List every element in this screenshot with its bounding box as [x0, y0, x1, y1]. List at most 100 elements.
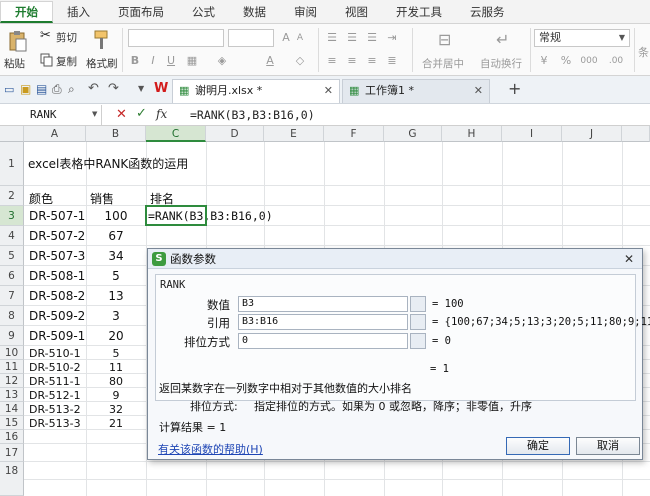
print-preview-icon[interactable]: ⌕: [68, 82, 75, 97]
tab-insert[interactable]: 插入: [53, 0, 104, 23]
undo-icon[interactable]: ↶: [88, 81, 99, 96]
align-center-icon[interactable]: ≡: [344, 52, 360, 70]
row-header-9[interactable]: 9: [0, 326, 24, 346]
currency-icon[interactable]: ¥: [536, 52, 552, 70]
row-header-7[interactable]: 7: [0, 286, 24, 306]
row-header-12[interactable]: 12: [0, 374, 24, 388]
confirm-formula-icon[interactable]: ✓: [136, 106, 147, 121]
align-left-icon[interactable]: ≡: [324, 52, 340, 70]
copy-button[interactable]: 复制: [40, 52, 84, 70]
color-cell[interactable]: DR-513-3: [29, 417, 81, 430]
select-all-corner[interactable]: [0, 126, 24, 142]
customize-arrow-icon[interactable]: ▼: [138, 84, 144, 93]
row-header-10[interactable]: 10: [0, 346, 24, 360]
arg-ref-input[interactable]: B3:B16: [238, 314, 408, 330]
sales-cell[interactable]: 5: [86, 347, 146, 360]
row-header-16[interactable]: 16: [0, 430, 24, 444]
sales-cell[interactable]: 34: [86, 249, 146, 263]
row-header-3[interactable]: 3: [0, 206, 24, 226]
percent-button[interactable]: %: [560, 52, 572, 70]
row-header-14[interactable]: 14: [0, 402, 24, 416]
doc-tab-inactive[interactable]: ▦ 工作簿1 * ✕: [342, 79, 490, 103]
name-box[interactable]: RANK: [0, 105, 102, 125]
font-size-box[interactable]: [228, 29, 274, 47]
row-header-6[interactable]: 6: [0, 266, 24, 286]
color-cell[interactable]: DR-511-1: [29, 375, 81, 388]
sales-cell[interactable]: 20: [86, 329, 146, 343]
decimal-icon[interactable]: .00: [606, 52, 626, 70]
new-tab-button[interactable]: +: [508, 79, 521, 98]
color-cell[interactable]: DR-508-2: [29, 289, 85, 303]
column-header-next[interactable]: [622, 126, 650, 142]
border-icon[interactable]: ▦: [184, 52, 200, 70]
merge-center-button[interactable]: ⊟ 合并居中: [420, 28, 474, 72]
new-doc-icon[interactable]: ▭: [4, 83, 14, 96]
color-cell[interactable]: DR-507-2: [29, 229, 85, 243]
color-cell[interactable]: DR-513-2: [29, 403, 81, 416]
row-header-5[interactable]: 5: [0, 246, 24, 266]
paste-button[interactable]: 粘贴: [4, 28, 32, 72]
cancel-button[interactable]: 取消: [576, 437, 640, 455]
formula-input[interactable]: =RANK(B3,B3:B16,0): [190, 104, 315, 126]
column-header-e[interactable]: E: [264, 126, 324, 142]
column-header-d[interactable]: D: [206, 126, 264, 142]
sales-cell[interactable]: 3: [86, 309, 146, 323]
save-icon[interactable]: ▤: [36, 82, 47, 96]
column-header-i[interactable]: I: [502, 126, 562, 142]
color-cell[interactable]: DR-509-2: [29, 309, 85, 323]
header-sales-cell[interactable]: 销售: [90, 190, 114, 207]
color-cell[interactable]: DR-510-1: [29, 347, 81, 360]
row-header-17[interactable]: 17: [0, 444, 24, 462]
align-top-icon[interactable]: ☰: [324, 29, 340, 47]
print-icon[interactable]: ⎙: [52, 82, 62, 97]
align-right-icon[interactable]: ≡: [364, 52, 380, 70]
align-middle-icon[interactable]: ☰: [344, 29, 360, 47]
ok-button[interactable]: 确定: [506, 437, 570, 455]
name-box-chevron-icon[interactable]: ▼: [92, 110, 97, 118]
close-tab-icon[interactable]: ✕: [324, 80, 333, 102]
number-format-select[interactable]: 常规 ▼: [534, 29, 630, 47]
format-painter-button[interactable]: 格式刷: [86, 28, 118, 72]
grow-font-icon[interactable]: A: [280, 29, 292, 47]
close-tab-icon[interactable]: ✕: [474, 80, 483, 102]
row-header-1[interactable]: 1: [0, 142, 24, 186]
tab-page-layout[interactable]: 页面布局: [104, 0, 178, 23]
sheet-title-cell[interactable]: excel表格中RANK函数的运用: [28, 155, 188, 172]
column-header-g[interactable]: G: [384, 126, 442, 142]
bold-icon[interactable]: B: [128, 52, 142, 70]
dialog-title-bar[interactable]: S 函数参数 ✕: [148, 249, 642, 269]
range-picker-icon[interactable]: [410, 296, 426, 312]
italic-icon[interactable]: I: [146, 52, 160, 70]
insert-function-button[interactable]: fx: [156, 107, 167, 121]
row-header-18[interactable]: 18: [0, 462, 24, 496]
range-picker-icon[interactable]: [410, 333, 426, 349]
sales-cell[interactable]: 21: [86, 417, 146, 430]
row-header-4[interactable]: 4: [0, 226, 24, 246]
range-picker-icon[interactable]: [410, 314, 426, 330]
row-header-2[interactable]: 2: [0, 186, 24, 206]
column-header-c[interactable]: C: [146, 126, 206, 142]
doc-tab-active[interactable]: ▦ 谢明月.xlsx * ✕: [172, 79, 340, 103]
row-header-15[interactable]: 15: [0, 416, 24, 430]
color-cell[interactable]: DR-508-1: [29, 269, 85, 283]
function-help-link[interactable]: 有关该函数的帮助(H): [158, 441, 263, 457]
color-cell[interactable]: DR-509-1: [29, 329, 85, 343]
tab-developer[interactable]: 开发工具: [382, 0, 456, 23]
row-header-13[interactable]: 13: [0, 388, 24, 402]
sales-cell[interactable]: 9: [86, 389, 146, 402]
align-bottom-icon[interactable]: ☰: [364, 29, 380, 47]
cancel-formula-icon[interactable]: ✕: [116, 107, 127, 122]
row-header-11[interactable]: 11: [0, 360, 24, 374]
color-cell[interactable]: DR-507-1: [29, 209, 85, 223]
column-header-j[interactable]: J: [562, 126, 622, 142]
wrap-text-button[interactable]: ↵ 自动换行: [478, 28, 532, 72]
sales-cell[interactable]: 67: [86, 229, 146, 243]
close-icon[interactable]: ✕: [620, 251, 638, 267]
tab-cloud[interactable]: 云服务: [456, 0, 519, 23]
more-ribbon-icon[interactable]: 条: [638, 44, 649, 62]
open-icon[interactable]: ▣: [20, 82, 31, 96]
underline-icon[interactable]: U: [164, 52, 178, 70]
row-header-8[interactable]: 8: [0, 306, 24, 326]
font-name-box[interactable]: [128, 29, 224, 47]
shrink-font-icon[interactable]: A: [294, 29, 306, 47]
